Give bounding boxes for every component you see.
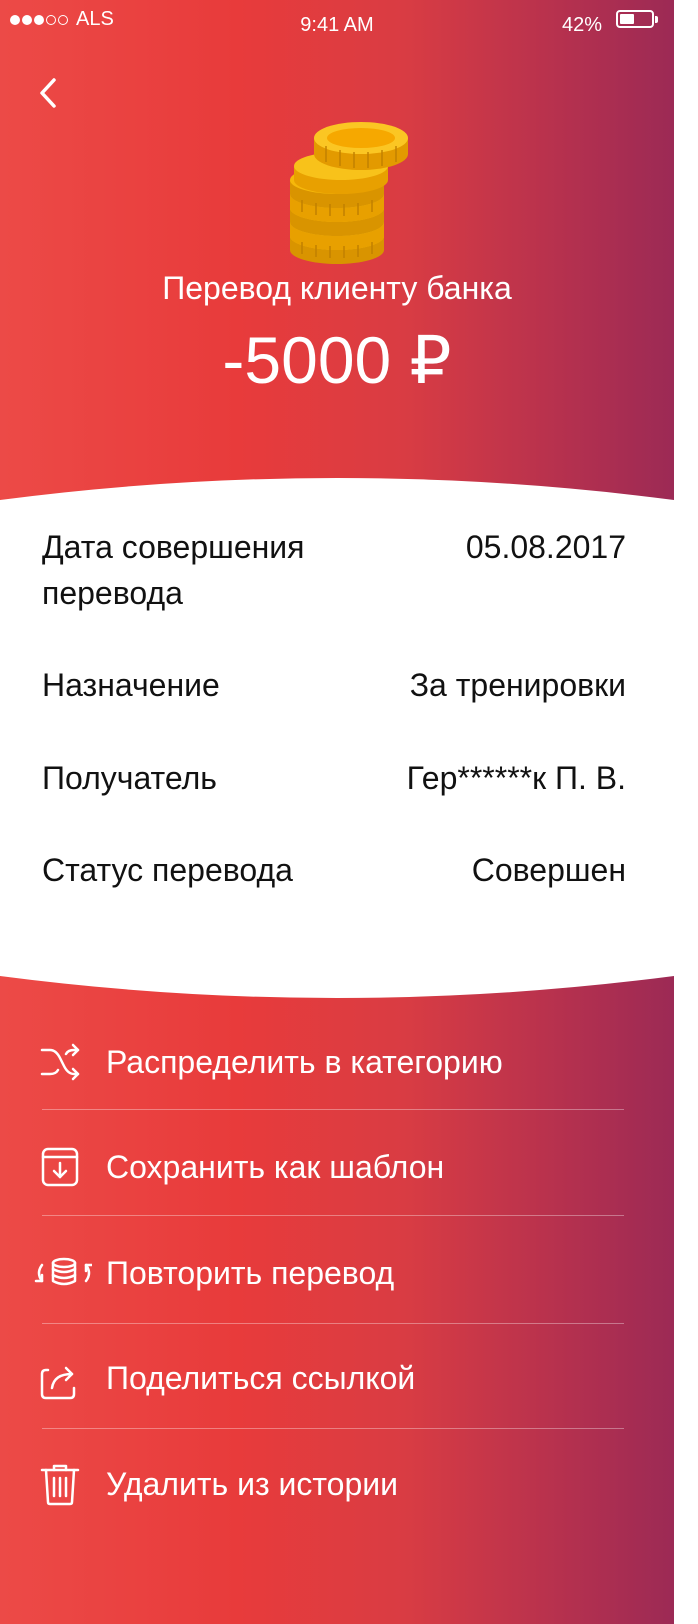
save-template-icon (41, 1147, 79, 1187)
detail-label: Назначение (42, 667, 220, 703)
battery-percentage: 42% (561, 14, 602, 36)
transfer-title: Перевод клиенту банка (162, 270, 512, 306)
divider (42, 1109, 624, 1110)
action-label: Удалить из истории (106, 1466, 399, 1502)
action-label: Сохранить как шаблон (106, 1149, 445, 1185)
detail-label: Дата совершения перевода (42, 529, 305, 611)
detail-row-date: Дата совершения перевода 05.08.2017 (42, 524, 626, 616)
detail-row-purpose: Назначение За тренировки (42, 662, 626, 708)
divider (42, 1215, 624, 1216)
detail-value: 05.08.2017 (465, 529, 626, 565)
action-repeat-transfer[interactable]: Повторить перевод (0, 1221, 674, 1321)
detail-label: Статус перевода (42, 852, 293, 888)
action-distribute-category[interactable]: Распределить в категорию (0, 1010, 674, 1110)
battery-icon (616, 10, 658, 28)
transfer-amount: -5000 ₽ (222, 323, 452, 397)
back-button[interactable] (28, 72, 72, 116)
divider (42, 1323, 624, 1324)
action-save-template[interactable]: Сохранить как шаблон (0, 1115, 674, 1215)
detail-row-recipient: Получатель Гер******к П. В. (42, 755, 626, 801)
detail-row-status: Статус перевода Совершен (42, 847, 626, 893)
repeat-coins-icon (34, 1257, 92, 1286)
action-label: Поделиться ссылкой (106, 1360, 416, 1396)
phone-screen: ALS 9:41 AM 42% Перевод клиенту банка -5… (0, 0, 674, 1624)
detail-value: Гер******к П. В. (406, 760, 626, 796)
trash-icon (40, 1464, 80, 1506)
share-icon (40, 1366, 76, 1400)
coins-stack-icon (290, 122, 408, 264)
action-delete-history[interactable]: Удалить из истории (0, 1432, 674, 1532)
action-share-link[interactable]: Поделиться ссылкой (0, 1326, 674, 1426)
chevron-left-icon (40, 78, 56, 108)
divider (42, 1428, 624, 1429)
action-label: Распределить в категорию (106, 1044, 503, 1080)
details-card: Дата совершения перевода 05.08.2017 Назн… (0, 478, 674, 998)
action-label: Повторить перевод (106, 1255, 395, 1291)
shuffle-icon (40, 1043, 80, 1081)
detail-label: Получатель (42, 760, 217, 796)
status-bar: ALS 9:41 AM 42% (0, 0, 674, 44)
detail-value: За тренировки (409, 667, 626, 703)
detail-value: Совершен (471, 852, 626, 888)
screen-edge (674, 0, 698, 1624)
